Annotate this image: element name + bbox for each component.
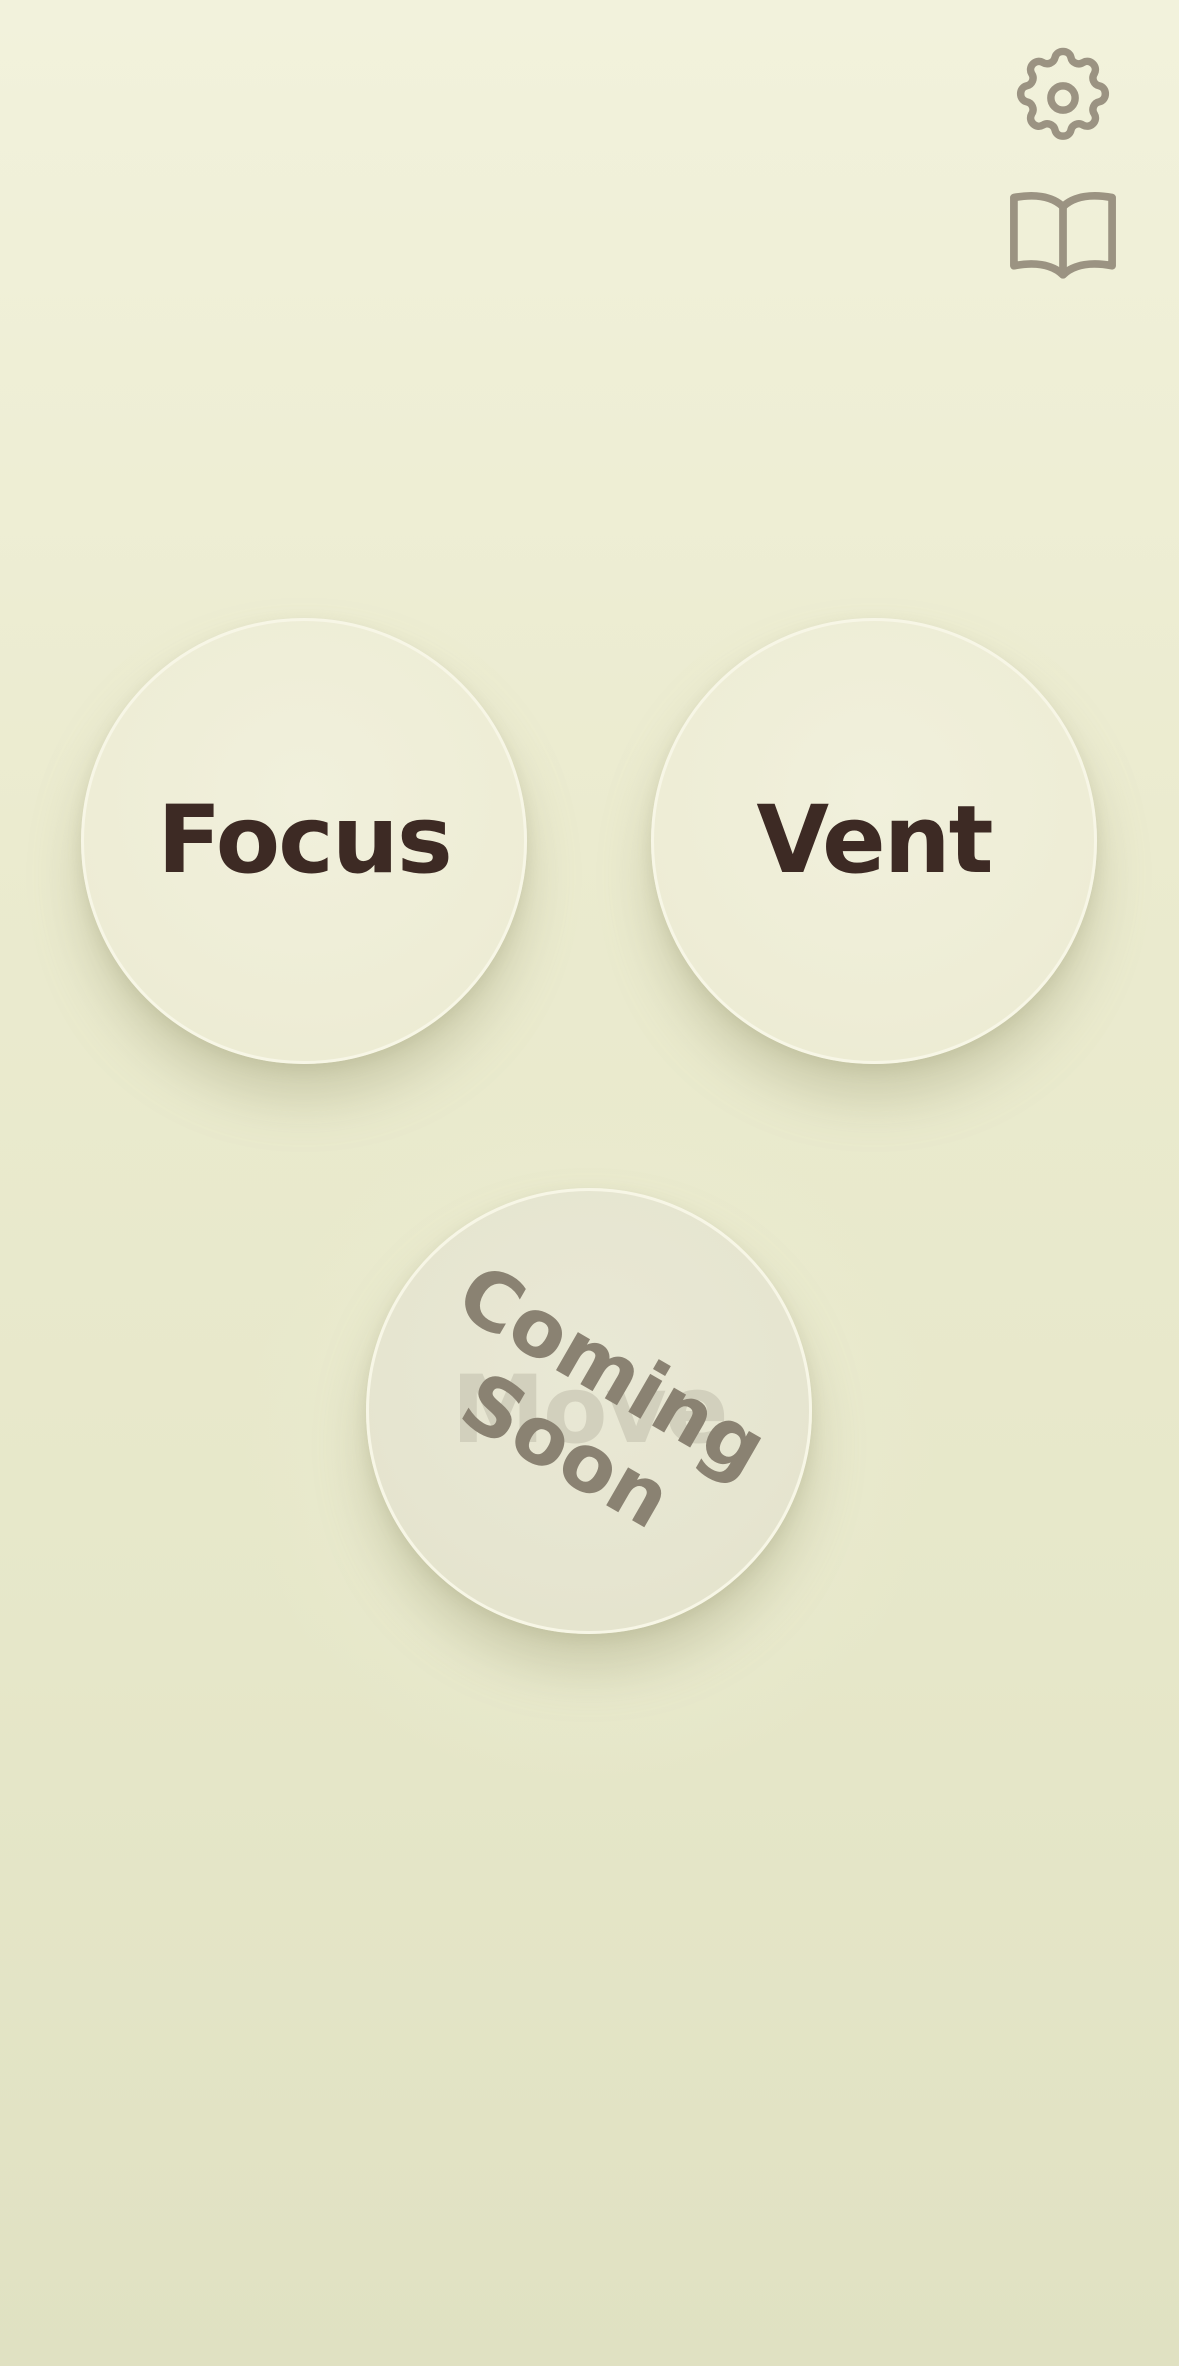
focus-button[interactable]: Focus (81, 618, 527, 1064)
settings-gear-icon (1016, 47, 1110, 140)
guide-button[interactable] (999, 180, 1127, 286)
vent-button[interactable]: Vent (651, 618, 1097, 1064)
vent-label: Vent (756, 786, 993, 895)
focus-label: Focus (157, 786, 453, 895)
book-icon (1010, 192, 1116, 279)
coming-soon-overlay: Coming Soon (396, 1246, 782, 1576)
settings-button[interactable] (1005, 42, 1121, 154)
move-button: Move Coming Soon (366, 1188, 812, 1634)
